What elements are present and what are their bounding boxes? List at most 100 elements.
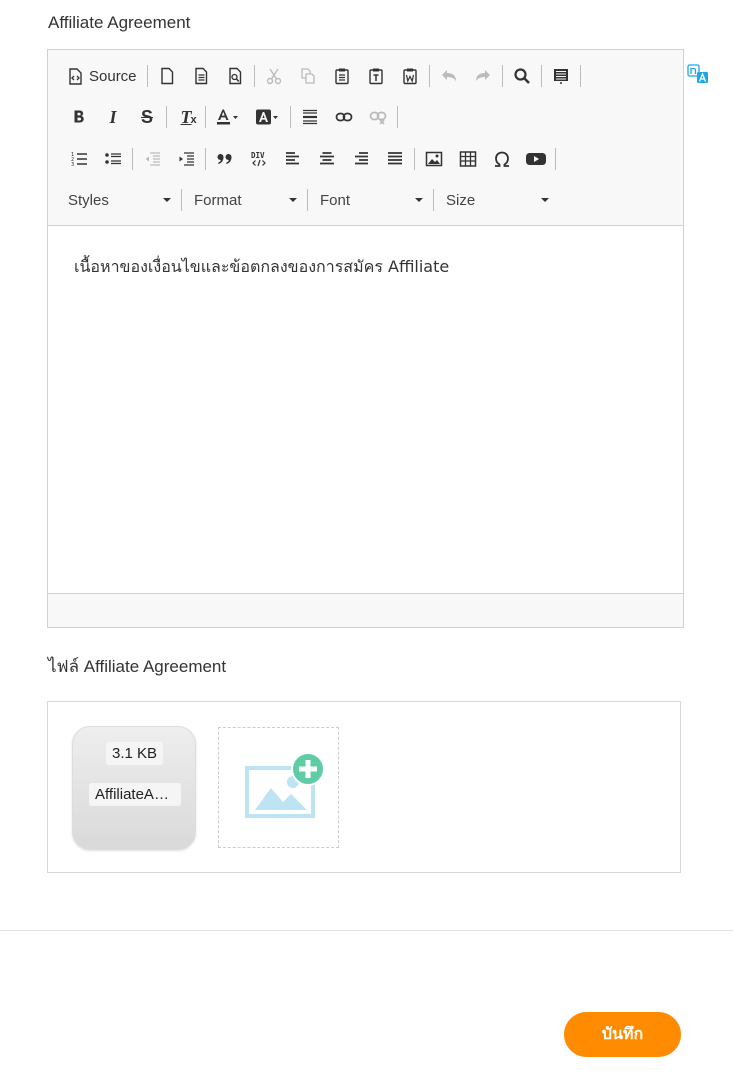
- svg-text:DIV: DIV: [251, 151, 265, 160]
- numbered-list-button[interactable]: 123: [62, 145, 96, 173]
- justify-button[interactable]: [378, 145, 412, 173]
- find-icon: [513, 68, 530, 84]
- paste-word-button[interactable]: [393, 62, 427, 90]
- editor-toolbar: Source I S Tx 1 2 3 DIV Styles Format Fo…: [48, 50, 683, 226]
- remove-format-icon: Tx: [180, 106, 197, 127]
- blockquote-button[interactable]: [208, 145, 242, 173]
- file-size-badge: 3.1 KB: [106, 742, 164, 765]
- toolbar-separator: [555, 148, 556, 170]
- bulleted-list-icon: [105, 153, 121, 165]
- save-button[interactable]: บันทึก: [564, 1012, 681, 1057]
- file-preview-card[interactable]: 3.1 KB AffiliateAgreement: [72, 726, 196, 850]
- remove-format-button[interactable]: Tx: [169, 103, 203, 131]
- toolbar-row-combos: Styles Format Font Size: [58, 184, 557, 216]
- toolbar-row-document: Source: [62, 60, 583, 92]
- special-char-icon: [495, 151, 509, 167]
- font-select-label: Font: [320, 191, 351, 209]
- paste-text-icon: [368, 68, 383, 85]
- editor-content-area[interactable]: เนื้อหาของเงื่อนไขและข้อตกลงของการสมัคร …: [48, 227, 683, 593]
- chevron-down-icon: [289, 198, 297, 202]
- image-button[interactable]: [417, 145, 451, 173]
- indent-button[interactable]: [169, 145, 203, 173]
- chevron-down-icon: [415, 198, 423, 202]
- youtube-button[interactable]: [519, 145, 553, 173]
- youtube-icon: [526, 153, 546, 165]
- editor-content-text: เนื้อหาของเงื่อนไขและข้อตกลงของการสมัคร …: [74, 257, 450, 276]
- add-file-button[interactable]: [218, 727, 339, 848]
- new-page-button[interactable]: [150, 62, 184, 90]
- bold-icon: [74, 110, 84, 123]
- bg-color-button[interactable]: [248, 103, 288, 131]
- font-select[interactable]: Font: [310, 186, 431, 214]
- page-title: Affiliate Agreement: [48, 13, 191, 32]
- copy-icon: [300, 68, 315, 84]
- paste-button[interactable]: [325, 62, 359, 90]
- toolbar-separator: [205, 106, 206, 128]
- align-left-button[interactable]: [276, 145, 310, 173]
- size-select-label: Size: [446, 191, 476, 209]
- toolbar-separator: [253, 65, 255, 87]
- copy-button[interactable]: [291, 62, 325, 90]
- strikethrough-icon: S: [140, 106, 153, 127]
- cut-button[interactable]: [257, 62, 291, 90]
- link-button[interactable]: [327, 103, 361, 131]
- styles-select[interactable]: Styles: [58, 186, 179, 214]
- translate-icon[interactable]: [687, 64, 709, 84]
- svg-text:3: 3: [71, 162, 74, 168]
- chevron-down-icon: [541, 198, 549, 202]
- preview-button[interactable]: [218, 62, 252, 90]
- redo-icon: [475, 70, 490, 81]
- select-all-button[interactable]: [544, 62, 578, 90]
- toolbar-separator: [433, 189, 434, 211]
- toolbar-separator: [414, 148, 415, 170]
- toolbar-separator: [146, 65, 148, 87]
- undo-button[interactable]: [432, 62, 466, 90]
- unlink-icon: [369, 111, 387, 125]
- strikethrough-button[interactable]: S: [130, 103, 164, 131]
- text-color-icon: [217, 109, 238, 125]
- source-button[interactable]: Source: [62, 62, 145, 90]
- align-right-button[interactable]: [344, 145, 378, 173]
- outdent-icon: [145, 152, 160, 166]
- redo-button[interactable]: [466, 62, 500, 90]
- undo-icon: [441, 70, 456, 81]
- bold-button[interactable]: [62, 103, 96, 131]
- size-select[interactable]: Size: [436, 186, 557, 214]
- chevron-down-icon: [163, 198, 171, 202]
- bg-color-icon: [256, 109, 278, 125]
- special-char-button[interactable]: [485, 145, 519, 173]
- format-select-label: Format: [194, 191, 242, 209]
- rich-text-editor: Source I S Tx 1 2 3 DIV Styles Format Fo…: [47, 49, 684, 628]
- toolbar-separator: [181, 189, 182, 211]
- bulleted-list-button[interactable]: [96, 145, 130, 173]
- image-icon: [425, 151, 443, 167]
- preview-icon: [228, 67, 241, 85]
- align-center-button[interactable]: [310, 145, 344, 173]
- paste-word-icon: [402, 68, 417, 85]
- toolbar-separator: [290, 106, 291, 128]
- italic-button[interactable]: I: [96, 103, 130, 131]
- format-select[interactable]: Format: [184, 186, 305, 214]
- paste-text-button[interactable]: [359, 62, 393, 90]
- toolbar-separator: [307, 189, 308, 211]
- table-button[interactable]: [451, 145, 485, 173]
- toolbar-separator: [579, 65, 581, 87]
- styles-select-label: Styles: [68, 191, 109, 209]
- unlink-button[interactable]: [361, 103, 395, 131]
- divider: [0, 930, 733, 931]
- cut-icon: [266, 68, 281, 85]
- templates-icon: [194, 67, 207, 85]
- link-icon: [335, 112, 353, 122]
- align-center-icon: [320, 152, 334, 165]
- toolbar-row-basicstyles: I S Tx: [62, 101, 400, 133]
- templates-button[interactable]: [184, 62, 218, 90]
- div-button[interactable]: DIV: [242, 145, 276, 173]
- find-button[interactable]: [505, 62, 539, 90]
- blockquote-icon: [217, 154, 232, 164]
- italic-icon: I: [109, 106, 117, 127]
- toolbar-separator: [166, 106, 167, 128]
- outdent-button[interactable]: [135, 145, 169, 173]
- horizontal-line-button[interactable]: [293, 103, 327, 131]
- text-color-button[interactable]: [208, 103, 248, 131]
- source-label: Source: [89, 67, 137, 85]
